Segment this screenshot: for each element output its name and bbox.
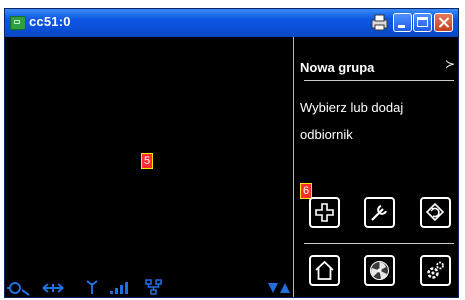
title-bar[interactable]: cc51:0: [5, 9, 458, 37]
divider: [304, 243, 454, 244]
fan-button[interactable]: [364, 255, 395, 286]
divider: [304, 80, 454, 81]
maximize-button[interactable]: [413, 13, 432, 32]
scroll-arrows-icon[interactable]: [267, 281, 291, 295]
fan-icon: [370, 261, 389, 280]
close-button[interactable]: [434, 13, 453, 32]
main-viewport[interactable]: 5: [5, 37, 293, 297]
print-button[interactable]: [370, 13, 389, 32]
transfer-icon: [42, 283, 64, 293]
settings-icon: [427, 261, 444, 279]
signal-bars-icon: [110, 282, 128, 294]
wrench-icon: [371, 205, 387, 221]
status-bar: [5, 279, 293, 297]
connection-icon: [7, 282, 30, 296]
back-icon: [425, 202, 445, 222]
side-panel: Nowa grupa ≻ Wybierz lub dodaj odbiornik…: [293, 37, 458, 297]
window-title: cc51:0: [29, 14, 71, 29]
print-icon: [371, 14, 388, 31]
network-icon: [145, 279, 162, 295]
monitor-icon: [10, 16, 26, 30]
settings-button[interactable]: [420, 255, 451, 286]
home-button[interactable]: [309, 255, 340, 286]
app-window: cc51:0 5 Nowa grupa ≻ Wybierz lub dodaj …: [4, 8, 459, 298]
chevron-right-icon[interactable]: ≻: [445, 57, 455, 71]
panel-message: Wybierz lub dodaj odbiornik: [300, 100, 404, 142]
wrench-button[interactable]: [364, 197, 395, 228]
panel-title: Nowa grupa: [300, 60, 375, 75]
home-icon: [315, 260, 334, 280]
back-button[interactable]: [420, 197, 451, 228]
region-marker-5: 5: [141, 153, 154, 169]
add-button[interactable]: [309, 197, 340, 228]
antenna-icon: [86, 280, 98, 294]
add-icon: [315, 203, 334, 222]
minimize-button[interactable]: [393, 13, 412, 32]
